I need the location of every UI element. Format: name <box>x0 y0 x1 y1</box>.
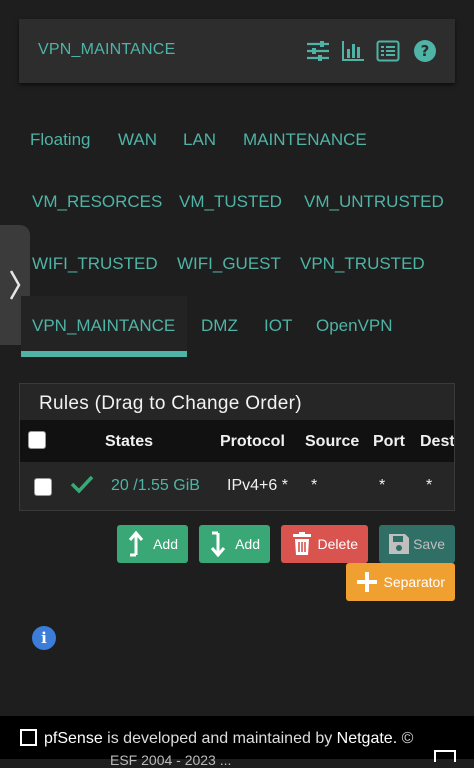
delete-label: Delete <box>317 536 358 552</box>
chevron-right-icon <box>9 270 21 300</box>
row-source: * <box>311 477 318 494</box>
info-icon[interactable]: i <box>32 626 56 650</box>
add-bottom-label: Add <box>235 536 260 552</box>
page-title: VPN_MAINTANCE <box>38 41 176 58</box>
delete-button[interactable]: Delete <box>281 525 368 563</box>
tab-vpn-trusted[interactable]: VPN_TRUSTED <box>300 254 425 274</box>
footer-middle: is developed and maintained by <box>102 730 337 747</box>
rules-table-header: States Protocol Source Port Dest <box>20 420 454 462</box>
sliders-icon[interactable] <box>305 38 331 64</box>
tab-vpn-maintance[interactable]: VPN_MAINTANCE <box>32 316 175 336</box>
row-port: * <box>379 477 386 494</box>
save-label: Save <box>413 536 445 552</box>
rules-title: Rules (Drag to Change Order) <box>39 393 302 414</box>
save-button[interactable]: Save <box>379 525 455 563</box>
tab-vm-tusted[interactable]: VM_TUSTED <box>179 192 282 212</box>
add-top-button[interactable]: Add <box>117 525 188 563</box>
row-dest: * <box>426 477 433 494</box>
footer-text: pfSense is developed and maintained by N… <box>44 730 413 748</box>
add-top-label: Add <box>153 536 178 552</box>
add-bottom-button[interactable]: Add <box>199 525 270 563</box>
tab-vm-untrusted[interactable]: VM_UNTRUSTED <box>304 192 444 212</box>
row-states[interactable]: 20 /1.55 GiB <box>111 477 200 495</box>
footer-company[interactable]: Netgate. <box>337 730 397 747</box>
trash-icon <box>287 532 317 556</box>
footer: pfSense is developed and maintained by N… <box>0 716 474 759</box>
header-panel: VPN_MAINTANCE ? <box>19 19 455 83</box>
table-row[interactable]: 20 /1.55 GiB IPv4+6 * * * * <box>20 462 454 510</box>
pfsense-logo-icon <box>20 729 37 746</box>
tab-dmz[interactable]: DMZ <box>201 316 238 336</box>
row-checkbox[interactable] <box>34 478 52 496</box>
tab-wifi-trusted[interactable]: WIFI_TRUSTED <box>32 254 158 274</box>
svg-text:?: ? <box>421 42 430 60</box>
separator-button[interactable]: Separator <box>346 563 455 601</box>
column-port: Port <box>373 433 405 450</box>
column-protocol: Protocol <box>220 433 285 450</box>
active-tab-indicator <box>21 351 187 357</box>
tab-wan[interactable]: WAN <box>118 130 157 150</box>
help-icon[interactable]: ? <box>412 38 438 64</box>
footer-square-icon <box>434 750 456 762</box>
select-all-checkbox[interactable] <box>28 431 46 449</box>
row-protocol: IPv4+6 * <box>227 477 288 494</box>
tab-vm-resorces[interactable]: VM_RESORCES <box>32 192 162 212</box>
tab-wifi-guest[interactable]: WIFI_GUEST <box>177 254 281 274</box>
check-icon <box>70 474 94 499</box>
tab-lan[interactable]: LAN <box>183 130 216 150</box>
arrow-up-icon <box>123 531 153 557</box>
rules-panel: Rules (Drag to Change Order) States Prot… <box>19 383 455 511</box>
list-icon[interactable] <box>375 38 401 64</box>
column-dest: Dest <box>420 433 454 450</box>
save-icon <box>385 533 413 555</box>
chart-icon[interactable] <box>340 38 366 64</box>
footer-copyright: © <box>397 730 414 747</box>
separator-label: Separator <box>383 574 445 590</box>
tab-iot[interactable]: IOT <box>264 316 292 336</box>
arrow-down-icon <box>205 531 235 557</box>
column-source: Source <box>305 433 360 450</box>
tab-maintenance[interactable]: MAINTENANCE <box>243 130 367 150</box>
tab-floating[interactable]: Floating <box>30 130 90 150</box>
column-states: States <box>105 433 154 450</box>
footer-partial-text: ESF 2004 - 2023 ... <box>110 752 232 768</box>
plus-icon <box>352 571 382 593</box>
tab-openvpn[interactable]: OpenVPN <box>316 316 393 336</box>
footer-brand[interactable]: pfSense <box>44 730 103 747</box>
